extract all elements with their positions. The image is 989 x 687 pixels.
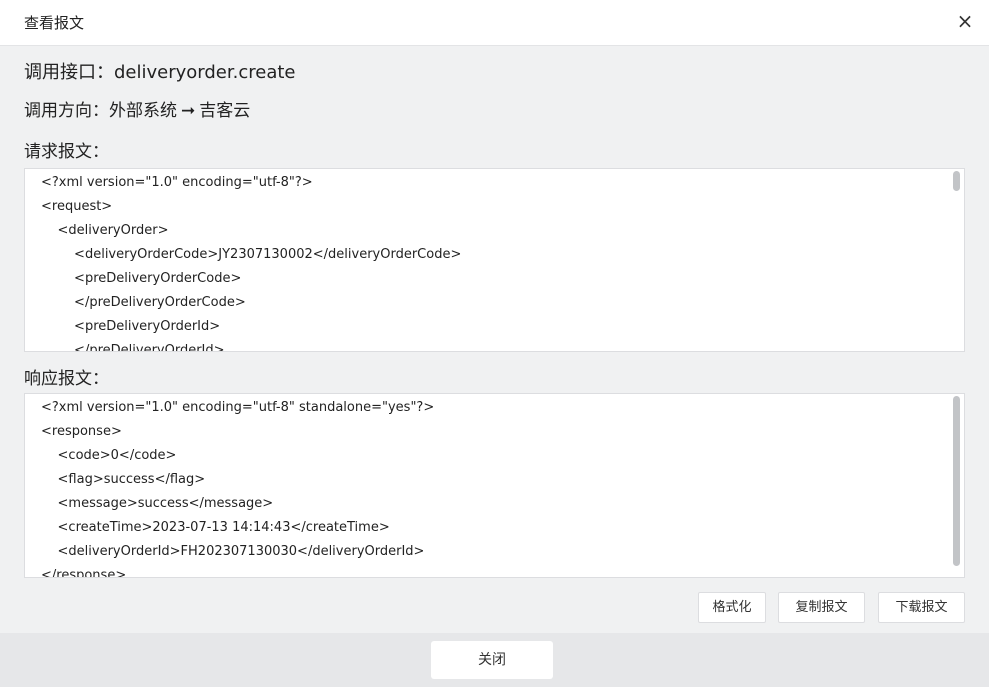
interface-line: 调用接口：deliveryorder.create: [24, 58, 296, 84]
response-label: 响应报文：: [24, 369, 109, 389]
close-icon[interactable]: ×: [953, 9, 977, 33]
interface-value: deliveryorder.create: [114, 62, 296, 83]
response-message-box[interactable]: <?xml version="1.0" encoding="utf-8" sta…: [24, 393, 965, 578]
download-message-button[interactable]: 下载报文: [878, 592, 965, 623]
right-arrow-icon: ➞: [181, 101, 196, 121]
request-scrollbar[interactable]: [949, 169, 963, 351]
close-button[interactable]: 关闭: [431, 641, 553, 679]
response-message-text[interactable]: <?xml version="1.0" encoding="utf-8" sta…: [25, 394, 964, 577]
response-scroll-thumb[interactable]: [953, 396, 960, 566]
dialog-title: 查看报文: [24, 14, 85, 32]
direction-to: 吉客云: [199, 101, 251, 121]
dialog-titlebar: 查看报文 ×: [0, 0, 989, 46]
request-label: 请求报文：: [24, 142, 109, 162]
copy-message-button[interactable]: 复制报文: [778, 592, 865, 623]
interface-label: 调用接口：: [24, 62, 114, 83]
view-message-dialog: 查看报文 × 调用接口：deliveryorder.create 调用方向：外部…: [0, 0, 989, 687]
direction-line: 调用方向：外部系统 ➞ 吉客云: [24, 96, 250, 121]
format-button[interactable]: 格式化: [698, 592, 766, 623]
dialog-footer: 关闭: [0, 633, 989, 687]
request-message-text[interactable]: <?xml version="1.0" encoding="utf-8"?> <…: [25, 169, 964, 351]
response-scrollbar[interactable]: [949, 394, 963, 577]
request-scroll-thumb[interactable]: [953, 171, 960, 191]
direction-from: 外部系统: [109, 101, 177, 121]
request-message-box[interactable]: <?xml version="1.0" encoding="utf-8"?> <…: [24, 168, 965, 352]
direction-label: 调用方向：: [24, 101, 109, 121]
